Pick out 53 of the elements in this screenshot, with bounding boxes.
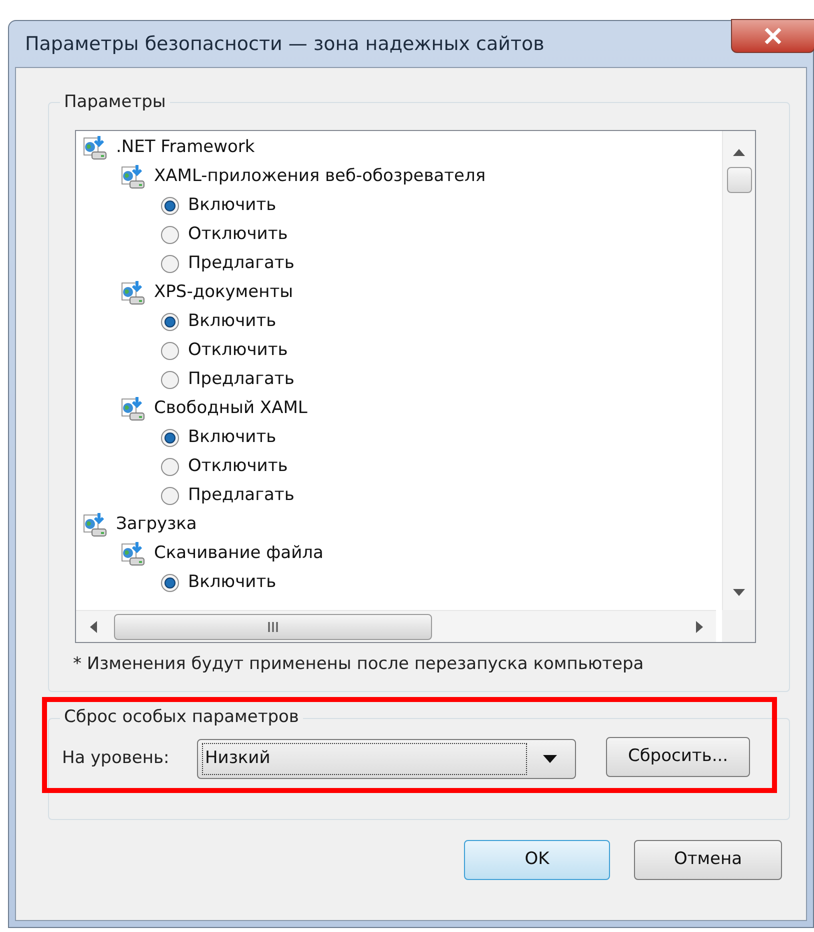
radio-button[interactable] <box>160 312 180 332</box>
option-label[interactable]: Включить <box>188 308 276 334</box>
tree-category[interactable]: .NET Framework <box>116 134 255 160</box>
tree-setting[interactable]: Скачивание файла <box>154 540 324 566</box>
option-label[interactable]: Отключить <box>188 222 288 248</box>
scroll-right-icon <box>696 621 703 633</box>
horizontal-scrollbar[interactable] <box>76 610 716 642</box>
reset-button[interactable]: Сбросить... <box>606 737 750 777</box>
dropdown-value: Низкий <box>202 743 527 775</box>
tree-setting[interactable]: XPS-документы <box>154 280 294 306</box>
scroll-left-icon <box>90 621 97 633</box>
radio-button[interactable] <box>160 370 180 390</box>
radio-button[interactable] <box>160 254 180 274</box>
option-label[interactable]: Отключить <box>188 454 288 480</box>
scroll-thumb[interactable] <box>114 614 432 640</box>
scroll-up-icon <box>733 149 745 156</box>
tree-setting[interactable]: Свободный XAML <box>154 396 308 422</box>
network-download-icon <box>82 512 108 538</box>
option-label[interactable]: Предлагать <box>188 250 294 276</box>
network-download-icon <box>82 134 108 160</box>
network-download-icon <box>120 164 146 190</box>
radio-button[interactable] <box>160 224 180 244</box>
radio-button[interactable] <box>160 428 180 448</box>
network-download-icon <box>120 540 146 566</box>
dialog-button[interactable]: Отмена <box>634 840 782 880</box>
tree-setting[interactable]: XAML-приложения веб-обозревателя <box>154 164 486 190</box>
vertical-scrollbar[interactable] <box>722 131 755 611</box>
radio-button[interactable] <box>160 456 180 476</box>
option-label[interactable]: Включить <box>188 192 276 218</box>
option-label[interactable]: Включить <box>188 424 276 450</box>
footnote-text: * Изменения будут применены после перезапуска компьютера <box>73 653 644 676</box>
scrollbar-corner <box>722 610 755 642</box>
close-button[interactable] <box>731 19 814 53</box>
level-label: На уровень: <box>62 747 170 770</box>
option-label[interactable]: Предлагать <box>188 366 294 392</box>
level-dropdown[interactable]: Низкий <box>197 739 576 779</box>
scroll-thumb[interactable] <box>727 167 752 193</box>
option-label[interactable]: Предлагать <box>188 482 294 508</box>
radio-button[interactable] <box>160 196 180 216</box>
network-download-icon <box>120 280 146 306</box>
grip-icon <box>268 622 278 632</box>
tree-category[interactable]: Загрузка <box>116 512 197 538</box>
scroll-down-icon <box>733 589 745 596</box>
option-label[interactable]: Включить <box>188 570 276 596</box>
dialog-button[interactable]: OK <box>464 840 610 880</box>
network-download-icon <box>120 396 146 422</box>
radio-button[interactable] <box>160 340 180 360</box>
close-icon <box>764 28 782 44</box>
radio-button[interactable] <box>160 572 180 592</box>
dropdown-arrow-icon <box>543 755 557 763</box>
option-label[interactable]: Отключить <box>188 338 288 364</box>
window-title: Параметры безопасности — зона надежных сайтов <box>25 32 544 57</box>
radio-button[interactable] <box>160 486 180 506</box>
